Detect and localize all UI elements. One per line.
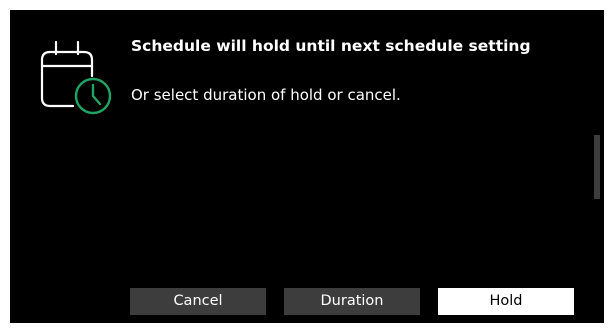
cancel-button[interactable]: Cancel bbox=[130, 288, 266, 315]
calendar-clock-icon bbox=[40, 40, 112, 115]
dialog-subtitle: Or select duration of hold or cancel. bbox=[131, 86, 401, 104]
dialog-title: Schedule will hold until next schedule s… bbox=[131, 37, 531, 55]
screen: Schedule will hold until next schedule s… bbox=[0, 0, 610, 333]
duration-button[interactable]: Duration bbox=[284, 288, 420, 315]
hold-button[interactable]: Hold bbox=[438, 288, 574, 315]
scroll-handle[interactable] bbox=[594, 135, 600, 199]
hold-dialog: Schedule will hold until next schedule s… bbox=[10, 10, 604, 323]
